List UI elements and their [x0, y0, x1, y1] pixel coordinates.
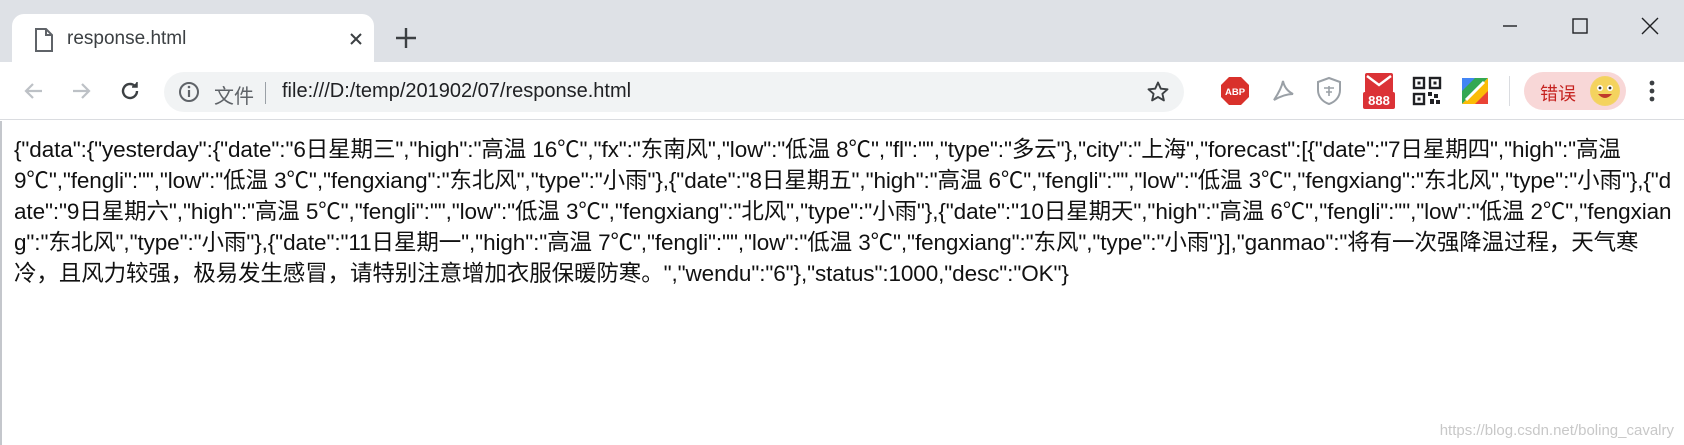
shield-icon[interactable]	[1314, 76, 1344, 106]
tab-response[interactable]: response.html	[12, 14, 374, 64]
kebab-menu-icon[interactable]	[1638, 76, 1666, 106]
maximize-icon[interactable]	[1550, 6, 1610, 46]
forward-arrow-icon[interactable]	[65, 75, 97, 107]
color-square-icon[interactable]	[1460, 76, 1490, 106]
profile-button[interactable]: 错误	[1524, 72, 1626, 110]
smiley-avatar-icon	[1590, 76, 1620, 106]
tab-title: response.html	[67, 28, 187, 49]
address-bar[interactable]: 文件 file:///D:/temp/201902/07/response.ht…	[164, 72, 1184, 112]
document-icon	[34, 28, 54, 52]
window-close-icon[interactable]	[1620, 6, 1680, 46]
plus-icon[interactable]	[392, 24, 420, 52]
watermark: https://blog.csdn.net/boling_cavalry	[1439, 422, 1674, 439]
info-icon[interactable]	[178, 81, 200, 103]
abp-icon[interactable]: ABP	[1220, 76, 1250, 106]
toolbar: 文件 file:///D:/temp/201902/07/response.ht…	[0, 62, 1684, 120]
profile-label: 错误	[1540, 84, 1576, 105]
pdf-icon[interactable]	[1268, 76, 1298, 106]
omnibox-divider	[265, 82, 266, 104]
toolbar-divider	[1509, 76, 1510, 106]
json-response-text: {"data":{"yesterday":{"date":"6日星期三","hi…	[14, 137, 1672, 286]
mail-badge: 888	[1368, 93, 1390, 108]
back-arrow-icon[interactable]	[18, 75, 50, 107]
star-icon[interactable]	[1146, 80, 1170, 104]
gmail-icon[interactable]: 888	[1362, 72, 1396, 110]
page-content: {"data":{"yesterday":{"date":"6日星期三","hi…	[0, 121, 1684, 445]
url-text[interactable]: file:///D:/temp/201902/07/response.html	[282, 80, 631, 103]
scheme-label: 文件	[214, 84, 254, 108]
abp-label: ABP	[1225, 87, 1246, 98]
reload-icon[interactable]	[114, 75, 146, 107]
close-icon[interactable]	[346, 29, 366, 49]
qr-code-icon[interactable]	[1412, 76, 1442, 106]
tab-strip: response.html	[0, 0, 1684, 64]
minimize-icon[interactable]	[1480, 6, 1540, 46]
